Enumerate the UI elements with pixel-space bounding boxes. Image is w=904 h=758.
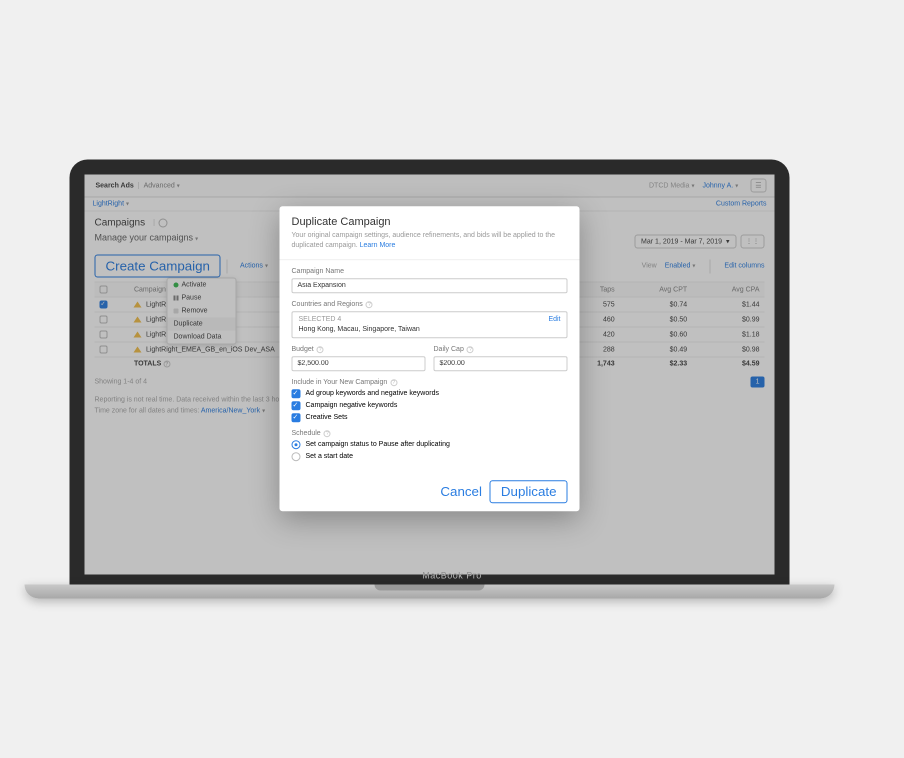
learn-more-link[interactable]: Learn More [360, 242, 396, 249]
help-icon[interactable]: ? [467, 346, 474, 353]
selected-countries: Hong Kong, Macau, Singapore, Taiwan [299, 326, 561, 333]
daily-cap-input[interactable] [434, 356, 568, 371]
laptop-frame: Search Ads | Advanced DTCD Media Johnny … [70, 160, 835, 599]
include-label: Include in Your New Campaign [292, 379, 388, 386]
budget-label: Budget [292, 346, 314, 353]
laptop-base [25, 585, 835, 599]
cancel-button[interactable]: Cancel [440, 480, 482, 503]
help-icon[interactable]: ? [317, 346, 324, 353]
edit-countries-link[interactable]: Edit [548, 316, 560, 323]
countries-selector[interactable]: SELECTED 4 Edit Hong Kong, Macau, Singap… [292, 311, 568, 338]
duplicate-button[interactable]: Duplicate [490, 480, 568, 503]
duplicate-campaign-modal: Duplicate Campaign Your original campaig… [280, 206, 580, 511]
daily-cap-label: Daily Cap [434, 346, 464, 353]
budget-input[interactable] [292, 356, 426, 371]
modal-title: Duplicate Campaign [292, 216, 568, 228]
laptop-screen: Search Ads | Advanced DTCD Media Johnny … [85, 175, 775, 575]
schedule-label: Schedule [292, 430, 321, 437]
help-icon[interactable]: ? [324, 430, 331, 437]
schedule-start-radio[interactable] [292, 452, 301, 461]
help-icon[interactable]: ? [366, 301, 373, 308]
modal-description: Your original campaign settings, audienc… [292, 231, 568, 251]
include-checkbox[interactable] [292, 389, 301, 398]
laptop-notch [375, 585, 485, 591]
help-icon[interactable]: ? [390, 379, 397, 386]
schedule-pause-radio[interactable] [292, 440, 301, 449]
countries-label: Countries and Regions [292, 301, 363, 308]
campaign-name-input[interactable] [292, 278, 568, 293]
include-checkbox[interactable] [292, 413, 301, 422]
include-checkbox[interactable] [292, 401, 301, 410]
laptop-bezel: Search Ads | Advanced DTCD Media Johnny … [70, 160, 790, 585]
campaign-name-label: Campaign Name [292, 268, 568, 275]
